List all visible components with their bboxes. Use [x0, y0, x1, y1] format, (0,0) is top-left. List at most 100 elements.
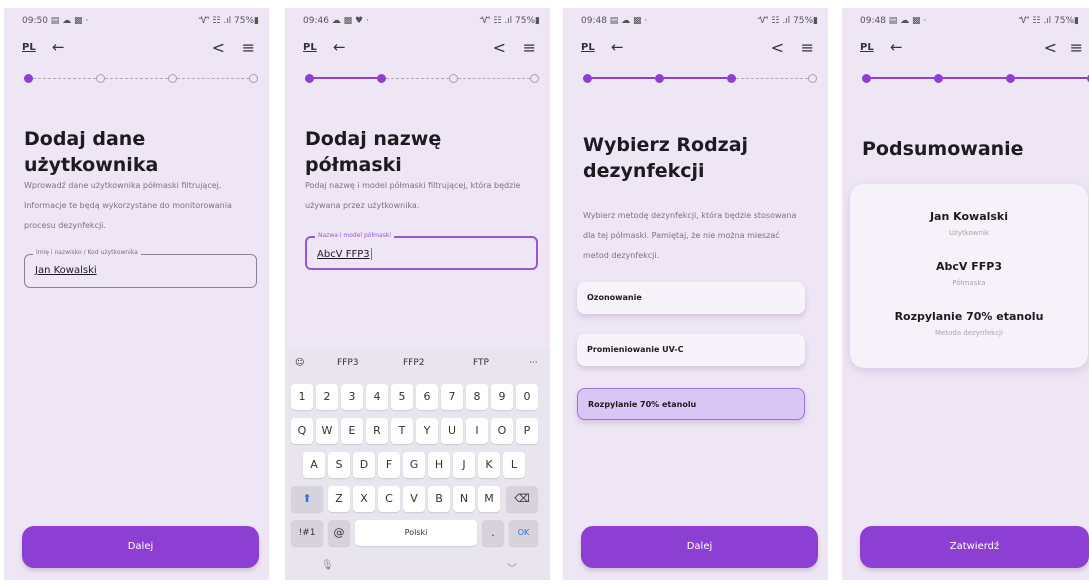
- symbols-key[interactable]: !#1: [291, 520, 323, 546]
- keyboard-key[interactable]: X: [353, 486, 375, 512]
- keyboard-key[interactable]: O: [491, 418, 513, 444]
- at-key[interactable]: @: [328, 520, 350, 546]
- space-key[interactable]: Polski: [355, 520, 477, 546]
- keyboard-key[interactable]: G: [403, 452, 425, 478]
- keyboard-key[interactable]: I: [466, 418, 488, 444]
- keyboard-key[interactable]: C: [378, 486, 400, 512]
- keyboard-key[interactable]: H: [428, 452, 450, 478]
- back-arrow-icon[interactable]: ←: [333, 38, 346, 56]
- keyboard-key[interactable]: N: [453, 486, 475, 512]
- keyboard-key[interactable]: T: [391, 418, 413, 444]
- suggestion-item[interactable]: FFP3: [337, 358, 359, 368]
- share-icon[interactable]: <: [493, 38, 506, 57]
- hide-keyboard-icon[interactable]: ﹀: [507, 560, 517, 575]
- menu-icon[interactable]: ≡: [523, 38, 536, 57]
- language-switch[interactable]: PL: [303, 42, 317, 53]
- suggestion-item[interactable]: FTP: [473, 358, 489, 368]
- keyboard-key[interactable]: K: [478, 452, 500, 478]
- step-dot-1: [583, 74, 592, 83]
- keyboard-key[interactable]: S: [328, 452, 350, 478]
- keyboard-key[interactable]: B: [428, 486, 450, 512]
- app-bar: PL ← < ≡: [303, 38, 540, 60]
- next-button[interactable]: Dalej: [581, 526, 818, 568]
- option-promieniowanie-uvc[interactable]: Promieniowanie UV-C: [577, 334, 805, 366]
- keyboard-row-bottom: !#1 @ Polski . OK: [285, 520, 550, 548]
- step-line-3: [458, 78, 530, 79]
- keyboard-key[interactable]: L: [503, 452, 525, 478]
- step-dot-3: [1006, 74, 1015, 83]
- keyboard-key[interactable]: W: [316, 418, 338, 444]
- page-title: Dodaj dane użytkownika: [24, 128, 159, 176]
- keyboard-row-digits: 1 2 3 4 5 6 7 8 9 0: [285, 384, 550, 412]
- keyboard-key[interactable]: D: [353, 452, 375, 478]
- keyboard-key[interactable]: 8: [466, 384, 488, 410]
- status-system-icons: Ꮙ ☷ .ıl 75%▮: [198, 16, 259, 26]
- progress-stepper: [305, 72, 540, 84]
- keyboard-key[interactable]: 3: [341, 384, 363, 410]
- mask-name-field[interactable]: Nazwa i model półmaski AbcV FFP3: [305, 232, 538, 270]
- field-value-text: AbcV FFP3: [317, 249, 370, 260]
- confirm-button[interactable]: Zatwierdź: [860, 526, 1089, 568]
- keyboard-key[interactable]: A: [303, 452, 325, 478]
- keyboard-key[interactable]: F: [378, 452, 400, 478]
- step-dot-3: [168, 74, 177, 83]
- keyboard-key[interactable]: 4: [366, 384, 388, 410]
- step-dot-4: [249, 74, 258, 83]
- status-time: 09:50 ▤ ☁ ▩ ·: [22, 16, 89, 26]
- user-name-field[interactable]: Imię i nazwisko / Kod użytkownika Jan Ko…: [24, 249, 257, 288]
- menu-icon[interactable]: ≡: [801, 38, 814, 57]
- keyboard-key[interactable]: 5: [391, 384, 413, 410]
- keyboard-key[interactable]: U: [441, 418, 463, 444]
- share-icon[interactable]: <: [212, 38, 225, 57]
- step-dot-1: [862, 74, 871, 83]
- step-dot-1: [24, 74, 33, 83]
- keyboard-row-1: Q W E R T Y U I O P: [285, 418, 550, 446]
- share-icon[interactable]: <: [1044, 38, 1057, 57]
- menu-icon[interactable]: ≡: [1070, 38, 1083, 57]
- back-arrow-icon[interactable]: ←: [611, 38, 624, 56]
- screen-summary: 09:48 ▤ ☁ ▩ · Ꮙ ☷ .ıl 75%▮ PL ← < ≡ Pods…: [842, 8, 1089, 580]
- shift-icon[interactable]: ⬆: [291, 486, 323, 512]
- more-suggestions-icon[interactable]: ···: [529, 358, 538, 368]
- status-system-icons: Ꮙ ☷ .ıl 75%▮: [479, 16, 540, 26]
- ok-key[interactable]: OK: [509, 520, 538, 546]
- option-ozonowanie[interactable]: Ozonowanie: [577, 282, 805, 314]
- keyboard-key[interactable]: M: [478, 486, 500, 512]
- language-switch[interactable]: PL: [22, 42, 36, 53]
- keyboard-key[interactable]: V: [403, 486, 425, 512]
- on-screen-keyboard: ☺ FFP3 FFP2 FTP ··· 1 2 3 4 5 6 7 8 9 0 …: [285, 348, 550, 580]
- next-button[interactable]: Dalej: [22, 526, 259, 568]
- sticker-icon[interactable]: ☺: [295, 358, 304, 368]
- menu-icon[interactable]: ≡: [242, 38, 255, 57]
- description-line: używana przez użytkownika.: [305, 201, 420, 210]
- keyboard-key[interactable]: Y: [416, 418, 438, 444]
- keyboard-key[interactable]: 0: [516, 384, 538, 410]
- keyboard-key[interactable]: R: [366, 418, 388, 444]
- keyboard-key[interactable]: P: [516, 418, 538, 444]
- description-line: Wybierz metodę dezynfekcji, która będzie…: [583, 211, 797, 220]
- share-icon[interactable]: <: [771, 38, 784, 57]
- suggestion-item[interactable]: FFP2: [403, 358, 425, 368]
- dot-key[interactable]: .: [482, 520, 504, 546]
- keyboard-key[interactable]: 6: [416, 384, 438, 410]
- keyboard-key[interactable]: 1: [291, 384, 313, 410]
- language-switch[interactable]: PL: [581, 42, 595, 53]
- keyboard-key[interactable]: Z: [328, 486, 350, 512]
- language-switch[interactable]: PL: [860, 42, 874, 53]
- backspace-icon[interactable]: ⌫: [506, 486, 538, 512]
- option-rozpylanie-etanolu[interactable]: Rozpylanie 70% etanolu: [577, 388, 805, 420]
- step-dot-4: [808, 74, 817, 83]
- microphone-icon[interactable]: 🎙: [321, 560, 334, 571]
- summary-value: Rozpylanie 70% etanolu: [894, 310, 1044, 323]
- keyboard-key[interactable]: E: [341, 418, 363, 444]
- keyboard-key[interactable]: 7: [441, 384, 463, 410]
- screen-mask-name: 09:46 ☁ ▩ ♥ · Ꮙ ☷ .ıl 75%▮ PL ← < ≡ Doda…: [285, 8, 550, 580]
- back-arrow-icon[interactable]: ←: [52, 38, 65, 56]
- keyboard-key[interactable]: J: [453, 452, 475, 478]
- keyboard-key[interactable]: Q: [291, 418, 313, 444]
- keyboard-key[interactable]: 9: [491, 384, 513, 410]
- keyboard-key[interactable]: 2: [316, 384, 338, 410]
- summary-label: Metoda dezynfekcji: [935, 329, 1003, 337]
- back-arrow-icon[interactable]: ←: [890, 38, 903, 56]
- field-label: Imię i nazwisko / Kod użytkownika: [33, 249, 141, 256]
